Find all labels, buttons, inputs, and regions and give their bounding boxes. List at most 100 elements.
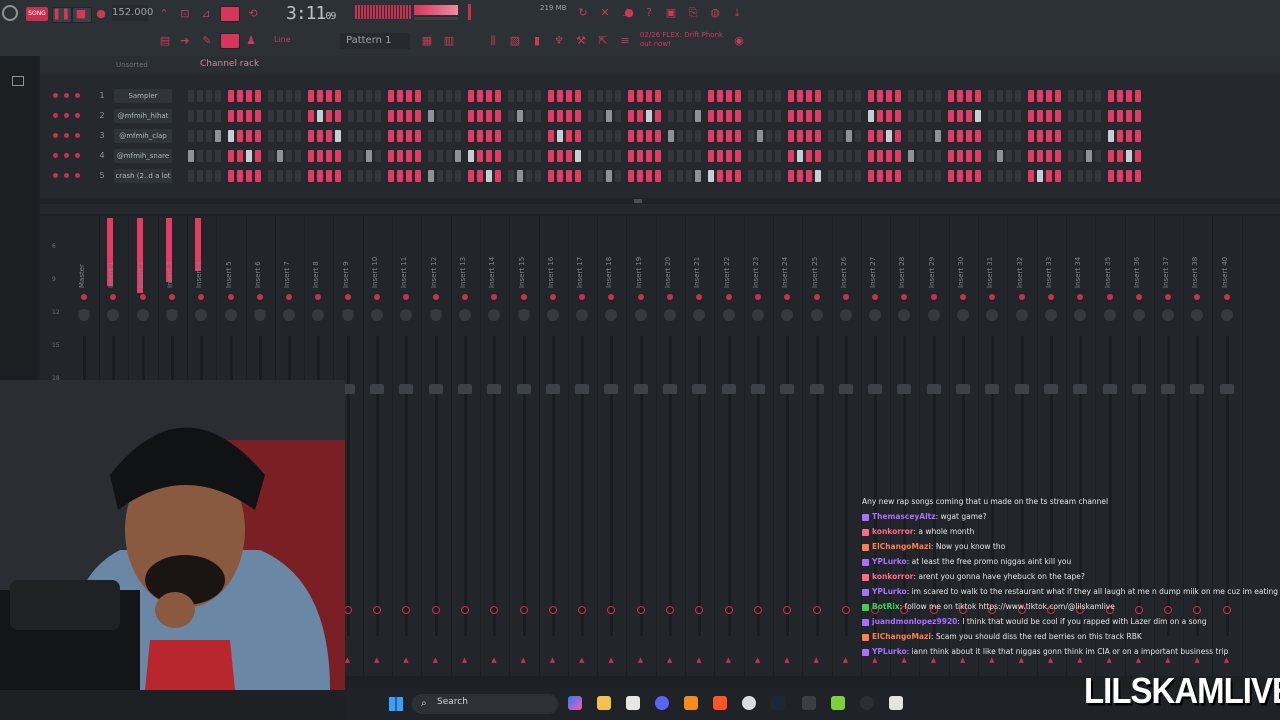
step-button[interactable]	[877, 90, 883, 102]
pan-knob[interactable]	[576, 309, 589, 321]
step-button[interactable]	[975, 170, 981, 182]
step-button[interactable]	[286, 170, 292, 182]
mixer-strip[interactable]: Insert 10 ▲	[363, 216, 393, 676]
step-button[interactable]	[357, 110, 363, 122]
send-knob[interactable]	[460, 606, 469, 614]
step-button[interactable]	[717, 110, 723, 122]
step-button[interactable]	[806, 90, 812, 102]
tempo-display[interactable]: 152.000	[112, 5, 153, 21]
master-pitch-slider[interactable]	[468, 4, 471, 20]
step-button[interactable]	[517, 150, 523, 162]
news-hint[interactable]: 02/26 FLEX: Drift Phonk out now!	[640, 31, 723, 49]
volume-fader[interactable]	[633, 384, 648, 394]
step-button[interactable]	[575, 170, 581, 182]
step-button[interactable]	[206, 110, 212, 122]
step-button[interactable]	[846, 130, 852, 142]
track-led[interactable]	[1106, 294, 1113, 300]
send-knob[interactable]	[548, 606, 557, 614]
step-button[interactable]	[237, 90, 243, 102]
step-button[interactable]	[628, 150, 634, 162]
channel-name-button[interactable]: Sampler	[114, 89, 172, 103]
step-button[interactable]	[935, 170, 941, 182]
route-arrow-icon[interactable]: ▲	[638, 656, 643, 664]
route-arrow-icon[interactable]: ▲	[403, 656, 408, 664]
step-button[interactable]	[757, 130, 763, 142]
step-button[interactable]	[948, 130, 954, 142]
step-button[interactable]	[828, 170, 834, 182]
step-button[interactable]	[486, 150, 492, 162]
pan-knob[interactable]	[341, 309, 354, 321]
step-button[interactable]	[708, 170, 714, 182]
step-button[interactable]	[335, 150, 341, 162]
step-button[interactable]	[655, 150, 661, 162]
step-button[interactable]	[708, 130, 714, 142]
step-button[interactable]	[197, 130, 203, 142]
step-button[interactable]	[966, 90, 972, 102]
step-button[interactable]	[606, 150, 612, 162]
fl-logo-icon[interactable]	[2, 5, 18, 21]
send-knob[interactable]	[636, 606, 645, 614]
step-button[interactable]	[188, 110, 194, 122]
track-led[interactable]	[784, 294, 791, 300]
step-button[interactable]	[748, 90, 754, 102]
track-led[interactable]	[1077, 294, 1084, 300]
step-button[interactable]	[388, 170, 394, 182]
route-arrow-icon[interactable]: ▲	[784, 656, 789, 664]
route-arrow-icon[interactable]: ▲	[491, 656, 496, 664]
step-button[interactable]	[868, 110, 874, 122]
step-button[interactable]	[1015, 170, 1021, 182]
step-button[interactable]	[286, 110, 292, 122]
step-button[interactable]	[588, 130, 594, 142]
route-arrow-icon[interactable]: ▲	[433, 656, 438, 664]
step-button[interactable]	[788, 150, 794, 162]
pan-knob[interactable]	[722, 309, 735, 321]
track-led[interactable]	[256, 294, 263, 300]
send-knob[interactable]	[373, 606, 381, 614]
step-button[interactable]	[935, 110, 941, 122]
step-button[interactable]	[277, 90, 283, 102]
step-button[interactable]	[317, 110, 323, 122]
step-button[interactable]	[1108, 150, 1114, 162]
step-button[interactable]	[868, 130, 874, 142]
step-button[interactable]	[535, 110, 541, 122]
route-arrow-icon[interactable]: ▲	[550, 656, 555, 664]
step-button[interactable]	[415, 90, 421, 102]
volume-fader[interactable]	[780, 384, 795, 394]
step-button[interactable]	[348, 130, 354, 142]
file-explorer-icon[interactable]	[597, 696, 611, 710]
pan-knob[interactable]	[751, 309, 764, 321]
mixer-strip[interactable]: Insert 17 ▲	[568, 216, 599, 676]
step-button[interactable]	[526, 130, 532, 142]
step-button[interactable]	[695, 110, 701, 122]
step-button[interactable]	[197, 90, 203, 102]
volume-fader[interactable]	[1131, 384, 1146, 394]
step-button[interactable]	[495, 150, 501, 162]
step-button[interactable]	[637, 110, 643, 122]
step-button[interactable]	[295, 110, 301, 122]
step-button[interactable]	[748, 150, 754, 162]
channel-name-button[interactable]: @mfmih_clap	[114, 129, 172, 143]
send-knob[interactable]	[607, 606, 616, 614]
step-button[interactable]	[588, 150, 594, 162]
undo-icon[interactable]: ↻	[574, 6, 592, 20]
volume-fader[interactable]	[750, 384, 765, 394]
step-button[interactable]	[1126, 170, 1132, 182]
step-button[interactable]	[886, 130, 892, 142]
step-button[interactable]	[828, 130, 834, 142]
step-button[interactable]	[477, 170, 483, 182]
track-led[interactable]	[1194, 294, 1201, 300]
app-icon[interactable]	[802, 696, 816, 710]
step-button[interactable]	[1037, 170, 1043, 182]
step-button[interactable]	[988, 90, 994, 102]
step-button[interactable]	[868, 90, 874, 102]
step-button[interactable]	[975, 150, 981, 162]
step-button[interactable]	[695, 90, 701, 102]
step-button[interactable]	[455, 150, 461, 162]
step-button[interactable]	[495, 90, 501, 102]
step-button[interactable]	[997, 90, 1003, 102]
step-button[interactable]	[477, 90, 483, 102]
step-button[interactable]	[446, 90, 452, 102]
step-button[interactable]	[766, 110, 772, 122]
step-button[interactable]	[255, 110, 261, 122]
step-button[interactable]	[646, 110, 652, 122]
